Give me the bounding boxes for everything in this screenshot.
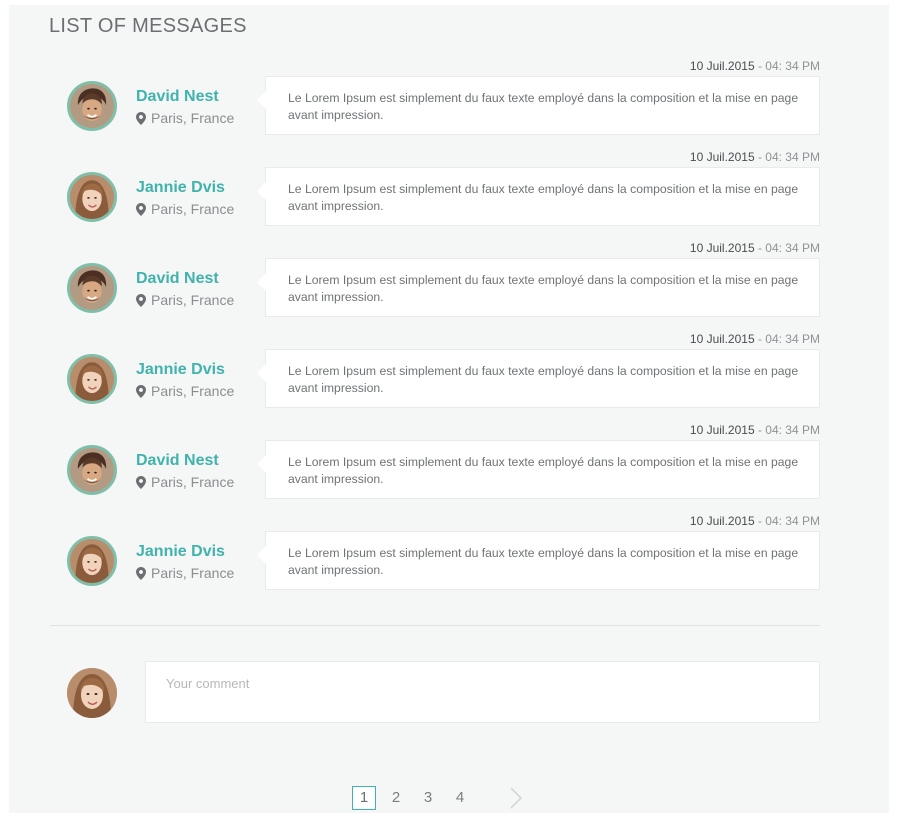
message-date: 10 Juil.2015 - 04: 34 PM [690,514,820,528]
location-pin-icon [136,475,146,489]
divider [50,625,820,626]
author-name[interactable]: Jannie Dvis [136,543,225,561]
message-bubble: Le Lorem Ipsum est simplement du faux te… [257,349,820,408]
page-title: LIST OF MESSAGES [49,15,247,37]
avatar[interactable] [67,81,117,131]
comment-avatar [67,668,117,718]
avatar[interactable] [67,445,117,495]
message-date-day: 10 Juil.2015 [689,332,755,346]
message-text: Le Lorem Ipsum est simplement du faux te… [288,91,799,122]
message-date: 10 Juil.2015 - 04: 34 PM [690,332,820,346]
female-avatar-icon [70,357,114,401]
author-name[interactable]: Jannie Dvis [136,179,225,197]
author-location: Paris, France [136,201,234,217]
avatar[interactable] [67,172,117,222]
author-location: Paris, France [136,383,234,399]
message-bubble: Le Lorem Ipsum est simplement du faux te… [257,531,820,590]
message-item: 10 Juil.2015 - 04: 34 PM David Nest Pari… [0,423,898,514]
avatar[interactable] [67,354,117,404]
message-text: Le Lorem Ipsum est simplement du faux te… [288,364,799,395]
message-item: 10 Juil.2015 - 04: 34 PM Jannie Dvis Par… [0,332,898,423]
location-pin-icon [136,202,146,216]
location-text: Paris, France [151,565,235,581]
message-item: 10 Juil.2015 - 04: 34 PM Jannie Dvis Par… [0,514,898,605]
page-1-button[interactable]: 1 [352,786,376,810]
comment-box [145,661,820,723]
male-avatar-icon [70,448,114,492]
location-text: Paris, France [151,201,235,217]
location-pin-icon [136,293,146,307]
message-bubble: Le Lorem Ipsum est simplement du faux te… [257,440,820,499]
comment-input[interactable] [146,662,819,722]
message-date-day: 10 Juil.2015 [689,241,755,255]
message-date: 10 Juil.2015 - 04: 34 PM [690,423,820,437]
male-avatar-icon [70,84,114,128]
author-name[interactable]: David Nest [136,270,219,288]
location-text: Paris, France [151,474,235,490]
location-pin-icon [136,566,146,580]
message-text: Le Lorem Ipsum est simplement du faux te… [288,182,799,213]
author-location: Paris, France [136,565,234,581]
female-avatar-icon [67,668,117,718]
next-page-button[interactable] [508,786,524,810]
location-pin-icon [136,384,146,398]
message-date-day: 10 Juil.2015 [689,59,755,73]
message-text: Le Lorem Ipsum est simplement du faux te… [288,273,799,304]
location-pin-icon [136,111,146,125]
message-date-day: 10 Juil.2015 [689,514,755,528]
message-date-time: - 04: 34 PM [754,423,820,437]
author-location: Paris, France [136,474,234,490]
chevron-right-icon [510,787,523,809]
avatar[interactable] [67,536,117,586]
message-item: 10 Juil.2015 - 04: 34 PM David Nest Pari… [0,59,898,150]
page-2-button[interactable]: 2 [384,786,408,810]
avatar[interactable] [67,263,117,313]
page-3-button[interactable]: 3 [416,786,440,810]
author-name[interactable]: Jannie Dvis [136,361,225,379]
pagination: 1 2 3 4 [352,786,524,810]
message-bubble: Le Lorem Ipsum est simplement du faux te… [257,258,820,317]
message-date-time: - 04: 34 PM [754,150,820,164]
page-4-button[interactable]: 4 [448,786,472,810]
location-text: Paris, France [151,383,235,399]
message-date-time: - 04: 34 PM [754,514,820,528]
message-text: Le Lorem Ipsum est simplement du faux te… [288,546,799,577]
message-date-day: 10 Juil.2015 [689,150,755,164]
message-date-day: 10 Juil.2015 [689,423,755,437]
message-date-time: - 04: 34 PM [754,332,820,346]
female-avatar-icon [70,539,114,583]
message-date: 10 Juil.2015 - 04: 34 PM [690,59,820,73]
author-location: Paris, France [136,110,234,126]
message-item: 10 Juil.2015 - 04: 34 PM Jannie Dvis Par… [0,150,898,241]
location-text: Paris, France [151,292,235,308]
male-avatar-icon [70,266,114,310]
message-bubble: Le Lorem Ipsum est simplement du faux te… [257,167,820,226]
author-name[interactable]: David Nest [136,452,219,470]
author-name[interactable]: David Nest [136,88,219,106]
message-date-time: - 04: 34 PM [754,241,820,255]
message-date: 10 Juil.2015 - 04: 34 PM [690,241,820,255]
female-avatar-icon [70,175,114,219]
message-bubble: Le Lorem Ipsum est simplement du faux te… [257,76,820,135]
author-location: Paris, France [136,292,234,308]
location-text: Paris, France [151,110,235,126]
message-item: 10 Juil.2015 - 04: 34 PM David Nest Pari… [0,241,898,332]
message-text: Le Lorem Ipsum est simplement du faux te… [288,455,799,486]
message-date: 10 Juil.2015 - 04: 34 PM [690,150,820,164]
message-date-time: - 04: 34 PM [754,59,820,73]
